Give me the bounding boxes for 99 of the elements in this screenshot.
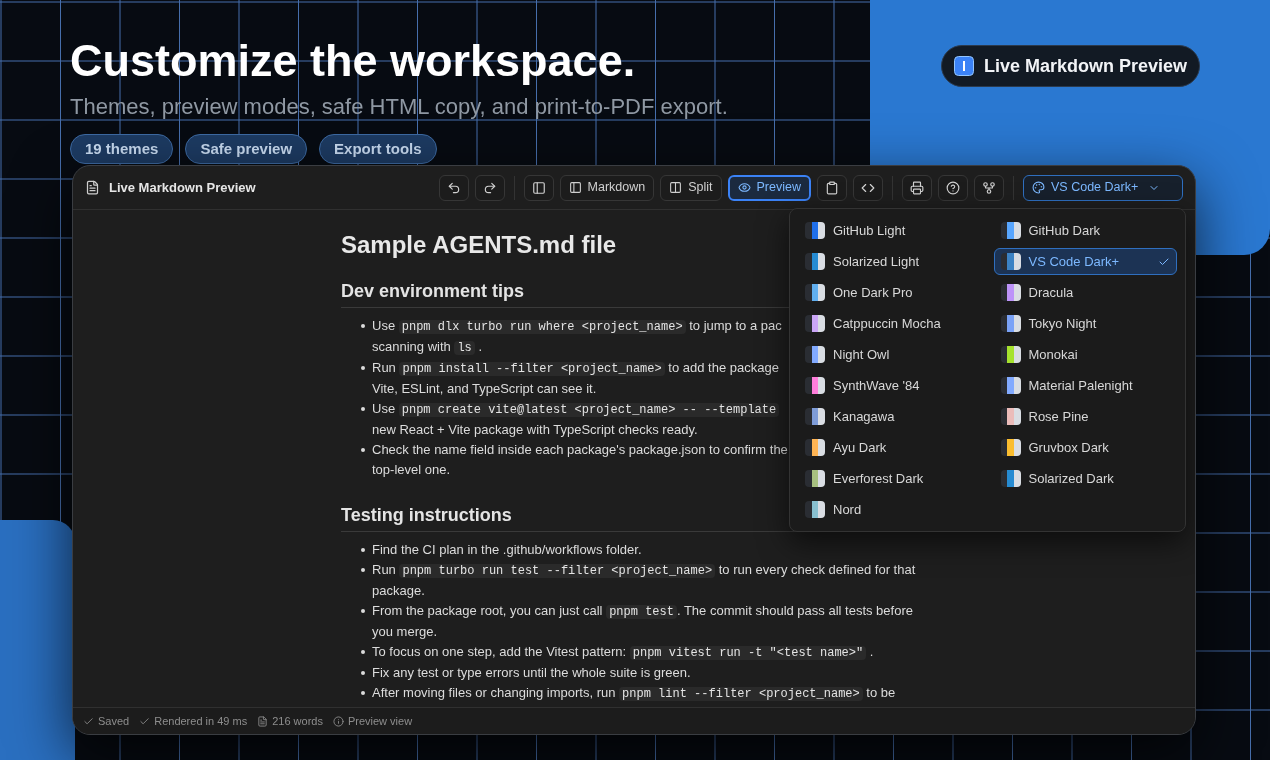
theme-option[interactable]: Catppuccin Mocha: [798, 310, 982, 337]
swatch-icon: [805, 253, 825, 270]
status-text: Preview view: [347, 713, 413, 729]
section-heading: Dev environment tips: [341, 280, 525, 303]
feature-pill: Export tools: [319, 134, 437, 164]
help-button[interactable]: [938, 174, 968, 201]
panel-icon: [531, 180, 546, 195]
feature-pill: 19 themes: [70, 134, 174, 164]
palette-icon: [1032, 181, 1045, 194]
view-mode-button[interactable]: Split: [660, 174, 722, 201]
html-button[interactable]: [853, 174, 883, 201]
bullet-icon: [361, 691, 365, 695]
redo-icon: [482, 180, 497, 195]
view-mode-button[interactable]: Markdown: [559, 174, 655, 201]
panel-icon: [568, 181, 582, 194]
theme-option[interactable]: Solarized Light: [798, 248, 982, 275]
check-icon: [139, 715, 151, 727]
bullet-icon: [361, 650, 365, 654]
swatch-icon: [1000, 284, 1021, 301]
theme-option[interactable]: Everforest Dark: [798, 465, 982, 492]
list-item-text: Use pnpm create vite@latest <project_name> -- --template new React + Vite package with TypeScript checks ready.: [372, 399, 780, 440]
swatch-icon: [1000, 253, 1021, 270]
document-icon: [85, 180, 100, 195]
clipboard-icon: [825, 180, 839, 195]
swatch-icon: [1000, 408, 1021, 425]
undo-icon: [446, 180, 461, 195]
list-item-text: Run pnpm turbo run test --filter <project_name> to run every check defined for that package.: [372, 561, 916, 600]
theme-option[interactable]: Gruvbox Dark: [993, 434, 1177, 461]
theme-option[interactable]: One Dark Pro: [798, 279, 982, 306]
swatch-icon: [805, 222, 825, 239]
list-item-text: Run pnpm install --filter <project_name> to add the package Vite, ESLint, and TypeScript can see it.: [372, 359, 779, 398]
swatch-icon: [805, 377, 825, 394]
swatch-icon: [805, 346, 825, 363]
bullet-icon: [361, 448, 365, 452]
theme-option[interactable]: VS Code Dark+: [993, 248, 1177, 275]
swatch-icon: [1000, 470, 1021, 487]
theme-option[interactable]: Dracula: [993, 279, 1177, 306]
list-item-text: Use pnpm dlx turbo run where <project_name> to jump to a pac scanning with ls .: [372, 317, 782, 357]
fork-icon: [982, 180, 996, 195]
redo-button[interactable]: [474, 174, 505, 201]
help-icon: [946, 180, 960, 195]
list-item-text: To focus on one step, add the Vitest pattern: pnpm vitest run -t "<test name>" .: [372, 643, 874, 662]
theme-option[interactable]: Night Owl: [798, 341, 982, 368]
feature-pill: Safe preview: [185, 134, 308, 164]
swatch-icon: [805, 501, 825, 518]
columns-icon: [669, 181, 683, 194]
theme-option[interactable]: Nord: [798, 496, 982, 523]
document-title: Sample AGENTS.md file: [341, 230, 617, 260]
theme-select[interactable]: VS Code Dark+: [1023, 174, 1183, 201]
bullet-icon: [361, 407, 365, 411]
swatch-icon: [1000, 439, 1021, 456]
bullet-icon: [361, 568, 365, 572]
sidebar-toggle-button[interactable]: [523, 174, 554, 201]
info-icon: [332, 715, 344, 727]
check-icon: [83, 715, 94, 727]
list-item-text: Check the name field inside each package's package.json to confirm the top-level one.: [372, 441, 788, 479]
theme-option[interactable]: GitHub Light: [798, 217, 982, 244]
list-item-text: From the package root, you can just call pnpm test . The commit should pass all tests before you merge.: [372, 602, 913, 641]
swatch-icon: [805, 408, 825, 425]
list-item-text: Find the CI plan in the .github/workflows folder.: [372, 541, 642, 559]
theme-option[interactable]: Monokai: [993, 341, 1177, 368]
undo-button[interactable]: [438, 174, 469, 201]
theme-option[interactable]: Rose Pine: [993, 403, 1177, 430]
list-item-text: Fix any test or type errors until the whole suite is green.: [372, 664, 691, 682]
view-mode-button[interactable]: Preview: [727, 174, 811, 201]
print-button[interactable]: [902, 174, 932, 201]
document-icon: [257, 715, 269, 727]
swatch-icon: [1000, 377, 1021, 394]
theme-option[interactable]: Ayu Dark: [798, 434, 982, 461]
swatch-icon: [1000, 315, 1021, 332]
app-logo-icon: [953, 56, 974, 76]
swatch-icon: [805, 315, 825, 332]
bullet-icon: [361, 548, 365, 552]
eye-icon: [737, 181, 751, 194]
copy-button[interactable]: [817, 174, 847, 201]
bullet-icon: [361, 609, 365, 613]
section-heading: Testing instructions: [341, 504, 512, 527]
status-text: Rendered in 49 ms: [154, 713, 248, 729]
status-text: 216 words: [272, 713, 323, 729]
swatch-icon: [805, 470, 825, 487]
swatch-icon: [805, 284, 825, 301]
fork-button[interactable]: [974, 174, 1004, 201]
status-text: Saved: [98, 713, 130, 729]
window-title: Live Markdown Preview: [109, 178, 256, 197]
theme-option[interactable]: Tokyo Night: [993, 310, 1177, 337]
swatch-icon: [1000, 346, 1021, 363]
bullet-icon: [361, 324, 365, 328]
theme-option[interactable]: SynthWave '84: [798, 372, 982, 399]
theme-option[interactable]: GitHub Dark: [993, 217, 1177, 244]
theme-option[interactable]: Solarized Dark: [993, 465, 1177, 492]
bullet-icon: [361, 671, 365, 675]
theme-option[interactable]: Kanagawa: [798, 403, 982, 430]
theme-option[interactable]: Material Palenight: [993, 372, 1177, 399]
bullet-icon: [361, 366, 365, 370]
app-badge-label: Live Markdown Preview: [983, 54, 1187, 78]
list-item-text: After moving files or changing imports, run pnpm lint --filter <project_name> to be: [372, 684, 896, 703]
printer-icon: [910, 180, 924, 195]
swatch-icon: [1000, 222, 1021, 239]
swatch-icon: [805, 439, 825, 456]
